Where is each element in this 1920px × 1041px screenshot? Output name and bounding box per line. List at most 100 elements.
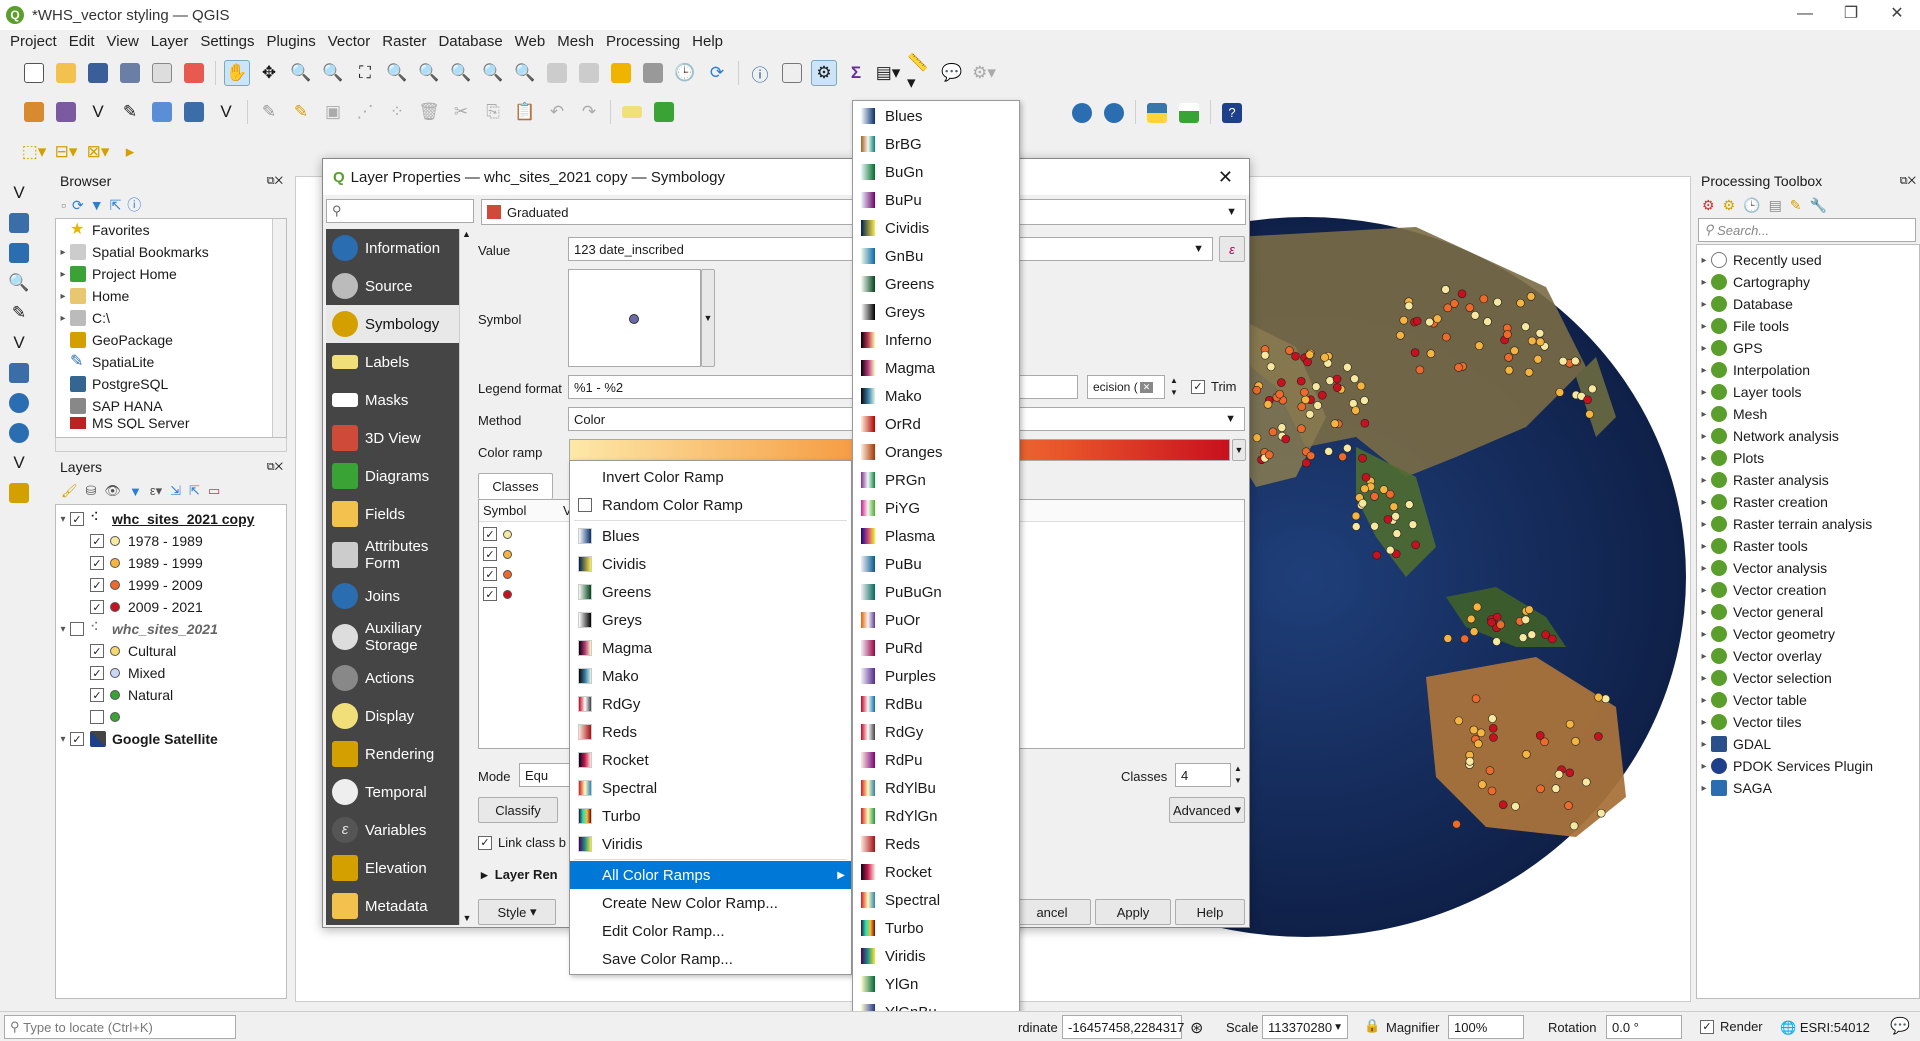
dialog-search-input[interactable]: ⚲ (326, 199, 474, 223)
legend-class[interactable]: ✓ Cultural (56, 640, 286, 662)
all-ramps-item[interactable]: RdPu (853, 746, 1019, 774)
ramp-item[interactable]: Greys (570, 606, 851, 634)
add-virtual-icon[interactable]: V (213, 99, 239, 125)
menu-edit[interactable]: Edit (63, 33, 101, 50)
all-ramps-item[interactable]: Mako (853, 382, 1019, 410)
nav-display[interactable]: Display (326, 697, 459, 735)
add-raster-icon[interactable] (181, 99, 207, 125)
nav-source[interactable]: Source (326, 267, 459, 305)
filter-icon[interactable]: ▼ (90, 197, 104, 213)
decorations-icon[interactable]: ⚙▾ (971, 60, 997, 86)
nav-variables[interactable]: ε Variables (326, 811, 459, 849)
zoom-in-icon[interactable]: 🔍 (288, 60, 314, 86)
delete-selected-icon[interactable]: 🗑 (416, 99, 442, 125)
all-ramps-item[interactable]: PuBuGn (853, 578, 1019, 606)
nav-rendering[interactable]: Rendering (326, 735, 459, 773)
processing-provider-item[interactable]: ▸ Vector creation (1697, 579, 1919, 601)
float-close-icon[interactable]: ⧉✕ (1900, 175, 1916, 188)
processing-provider-item[interactable]: ▸ Vector tiles (1697, 711, 1919, 733)
class-checkbox[interactable] (90, 710, 104, 724)
class-checkbox[interactable]: ✓ (90, 578, 104, 592)
all-ramps-item[interactable]: Spectral (853, 886, 1019, 914)
filter-expression-icon[interactable]: ε▾ (150, 483, 162, 499)
trim-option[interactable]: ✓ Trim (1191, 379, 1237, 394)
all-ramps-item[interactable]: RdBu (853, 690, 1019, 718)
layer-labeling-icon[interactable] (651, 99, 677, 125)
precision-spinbox[interactable]: ecision (✕ (1087, 375, 1165, 399)
digitize-tool-icon[interactable]: ⋰ (352, 99, 378, 125)
clear-icon[interactable]: ✕ (1139, 381, 1154, 393)
all-ramps-item[interactable]: Cividis (853, 214, 1019, 242)
ramp-item[interactable]: Cividis (570, 550, 851, 578)
browser-item[interactable]: SAP HANA (56, 395, 286, 417)
style-button[interactable]: Style ▾ (478, 899, 556, 925)
all-ramps-item[interactable]: Oranges (853, 438, 1019, 466)
visibility-icon[interactable]: 👁 (104, 483, 121, 499)
menu-layer[interactable]: Layer (145, 33, 195, 50)
trim-checkbox[interactable]: ✓ (1191, 379, 1205, 394)
nav-temporal[interactable]: Temporal (326, 773, 459, 811)
deselect-icon[interactable]: ⊠▾ (85, 139, 111, 165)
layer-row[interactable]: ▾ ⠪ whc_sites_2021 (56, 618, 286, 640)
add-postgis-icon[interactable]: 🔍 (6, 270, 32, 296)
browser-item[interactable]: PostgreSQL (56, 373, 286, 395)
ramp-item[interactable]: Rocket (570, 746, 851, 774)
attribute-table-icon[interactable] (779, 60, 805, 86)
legend-class[interactable]: ✓ 1999 - 2009 (56, 574, 286, 596)
expand-arrow-icon[interactable]: ▸ (1697, 519, 1711, 530)
new-map-view-icon[interactable] (544, 60, 570, 86)
render-checkbox[interactable]: ✓ (1700, 1019, 1714, 1034)
all-ramps-item[interactable]: PuOr (853, 606, 1019, 634)
browser-item[interactable]: ✎ SpatiaLite (56, 351, 286, 373)
open-table-icon[interactable]: ▤▾ (875, 60, 901, 86)
ramp-item[interactable]: Magma (570, 634, 851, 662)
apply-button[interactable]: Apply (1095, 899, 1171, 925)
tab-classes[interactable]: Classes (478, 473, 553, 499)
class-checkbox[interactable]: ✓ (90, 556, 104, 570)
row-checkbox[interactable]: ✓ (483, 587, 497, 601)
expand-arrow-icon[interactable]: ▸ (1697, 431, 1711, 442)
edit-in-place-icon[interactable]: ✎ (1790, 197, 1802, 214)
options-icon[interactable]: 🔧 (1810, 197, 1827, 214)
save-project-icon[interactable] (85, 60, 111, 86)
nav-labels[interactable]: Labels (326, 343, 459, 381)
edit-color-ramp-item[interactable]: Edit Color Ramp... (570, 917, 851, 945)
paste-icon[interactable]: 📋 (512, 99, 538, 125)
add-wcs-icon[interactable] (6, 390, 32, 416)
symbol-dropdown-button[interactable]: ▼ (701, 269, 715, 367)
menu-project[interactable]: Project (4, 33, 63, 50)
all-ramps-item[interactable]: Reds (853, 830, 1019, 858)
browser-item[interactable]: GeoPackage (56, 329, 286, 351)
expand-arrow-icon[interactable]: ▸ (1697, 453, 1711, 464)
processing-provider-item[interactable]: ▸ Interpolation (1697, 359, 1919, 381)
add-wms-side-icon[interactable] (6, 420, 32, 446)
add-vector-icon[interactable]: V (85, 99, 111, 125)
select-by-value-icon[interactable]: ⊟▾ (53, 139, 79, 165)
class-checkbox[interactable]: ✓ (90, 534, 104, 548)
undo-icon[interactable]: ↶ (544, 99, 570, 125)
save-as-icon[interactable] (117, 60, 143, 86)
expand-arrow-icon[interactable]: ▸ (1697, 541, 1711, 552)
browser-item[interactable]: ▸ Spatial Bookmarks (56, 241, 286, 263)
select-location-icon[interactable]: ▸ (117, 139, 143, 165)
processing-provider-item[interactable]: ▸ Raster terrain analysis (1697, 513, 1919, 535)
add-delimited-icon[interactable]: ✎ (6, 300, 32, 326)
ramp-item[interactable]: RdGy (570, 690, 851, 718)
style-brush-icon[interactable]: 🖌 (61, 483, 78, 499)
link-class-option[interactable]: ✓ Link class b (478, 835, 566, 850)
close-button[interactable]: ✕ (1874, 0, 1920, 30)
cancel-button[interactable]: ancel (1013, 899, 1091, 925)
row-checkbox[interactable]: ✓ (483, 567, 497, 581)
expression-epsilon-button[interactable]: ε (1219, 236, 1245, 262)
menu-web[interactable]: Web (509, 33, 552, 50)
menu-vector[interactable]: Vector (322, 33, 377, 50)
processing-provider-item[interactable]: ▸ Vector general (1697, 601, 1919, 623)
history-icon[interactable]: 🕒 (1743, 197, 1760, 214)
ramp-item[interactable]: Spectral (570, 774, 851, 802)
expand-arrow-icon[interactable]: ▸ (1697, 255, 1711, 266)
link-class-checkbox[interactable]: ✓ (478, 835, 492, 850)
all-ramps-item[interactable]: PuRd (853, 634, 1019, 662)
show-bookmarks-icon[interactable] (640, 60, 666, 86)
expand-arrow-icon[interactable]: ▸ (1697, 651, 1711, 662)
browser-item[interactable]: ▸ Home (56, 285, 286, 307)
